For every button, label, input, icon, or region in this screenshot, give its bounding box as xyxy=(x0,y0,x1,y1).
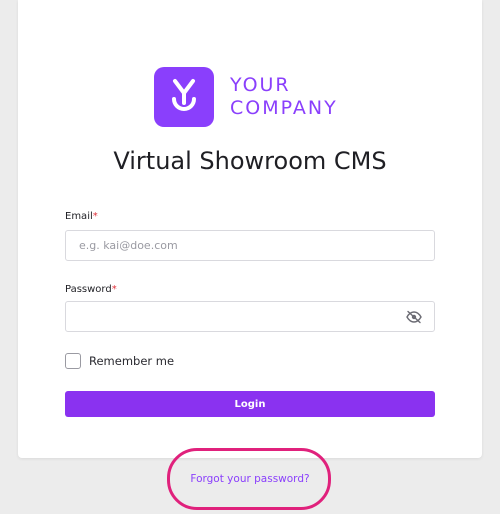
login-card: YOUR COMPANY Virtual Showroom CMS Email*… xyxy=(18,0,482,458)
logo-wordmark: YOUR COMPANY xyxy=(230,74,338,120)
email-required-mark: * xyxy=(92,211,98,222)
password-label: Password* xyxy=(65,284,117,295)
remember-me-label[interactable]: Remember me xyxy=(89,354,174,368)
password-label-text: Password xyxy=(65,284,112,295)
email-label: Email* xyxy=(65,211,98,222)
logo-mark-icon xyxy=(154,67,214,127)
password-required-mark: * xyxy=(111,284,117,295)
page-title: Virtual Showroom CMS xyxy=(113,147,387,175)
remember-me-checkbox[interactable] xyxy=(65,353,81,369)
login-button[interactable]: Login xyxy=(65,391,435,417)
email-field[interactable] xyxy=(65,230,435,261)
logo-line-2: COMPANY xyxy=(230,97,338,119)
forgot-password-link[interactable]: Forgot your password? xyxy=(0,473,500,485)
company-logo: YOUR COMPANY xyxy=(154,67,338,127)
password-field[interactable] xyxy=(65,301,435,332)
logo-line-1: YOUR xyxy=(230,74,291,96)
email-label-text: Email xyxy=(65,211,93,222)
eye-off-icon[interactable] xyxy=(406,309,422,324)
